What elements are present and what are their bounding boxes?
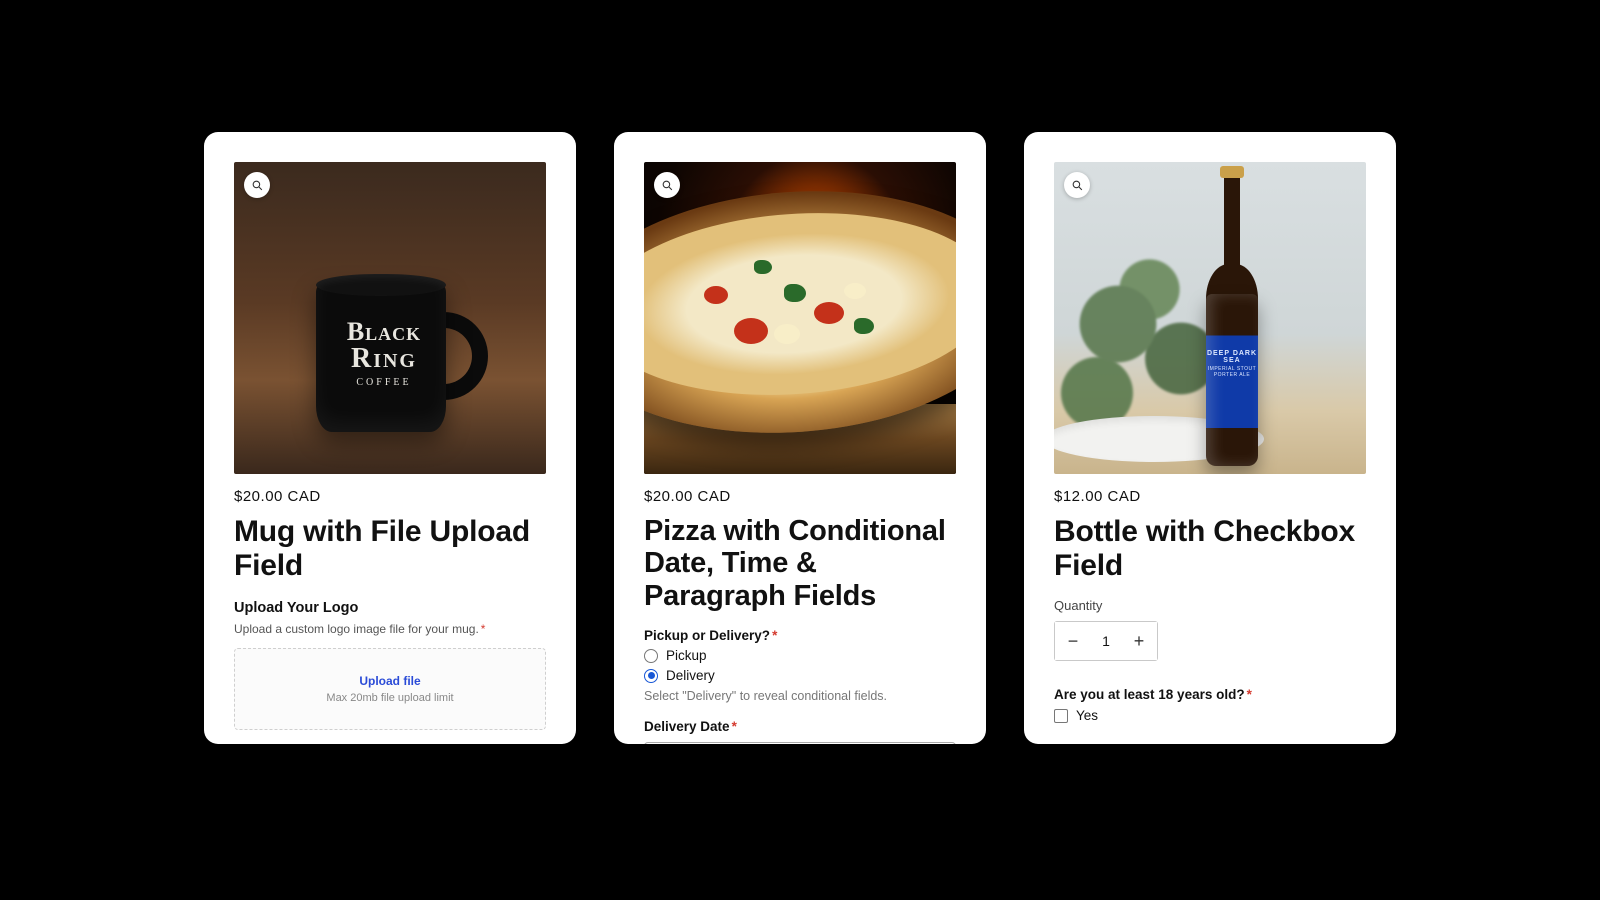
conditional-hint: Select "Delivery" to reveal conditional …: [644, 689, 956, 703]
delivery-date-input[interactable]: [644, 742, 956, 744]
zoom-icon[interactable]: [244, 172, 270, 198]
product-image-bottle: DEEP DARK SEA IMPERIAL STOUT PORTER ALE: [1054, 162, 1366, 474]
product-image-pizza: [644, 162, 956, 474]
product-title: Bottle with Checkbox Field: [1054, 515, 1366, 582]
radio-icon[interactable]: [644, 649, 658, 663]
quantity-label: Quantity: [1054, 598, 1366, 613]
product-card-bottle: DEEP DARK SEA IMPERIAL STOUT PORTER ALE …: [1024, 132, 1396, 744]
product-price: $12.00 CAD: [1054, 488, 1366, 505]
checkbox-label: Yes: [1076, 708, 1098, 723]
upload-limit-note: Max 20mb file upload limit: [326, 692, 453, 704]
product-title: Pizza with Conditional Date, Time & Para…: [644, 515, 956, 612]
mug-brand-text: Black Ring coffee: [329, 317, 439, 388]
product-price: $20.00 CAD: [644, 488, 956, 505]
product-title: Mug with File Upload Field: [234, 515, 546, 582]
delivery-date-label: Delivery Date*: [644, 719, 956, 734]
quantity-stepper: − 1 +: [1054, 621, 1158, 661]
product-image-mug: Black Ring coffee: [234, 162, 546, 474]
file-dropzone[interactable]: Upload file Max 20mb file upload limit: [234, 648, 546, 730]
radio-label: Delivery: [666, 668, 715, 683]
checkbox-icon[interactable]: [1054, 709, 1068, 723]
product-card-pizza: $20.00 CAD Pizza with Conditional Date, …: [614, 132, 986, 744]
quantity-value: 1: [1091, 633, 1121, 649]
zoom-icon[interactable]: [654, 172, 680, 198]
stage: Black Ring coffee $20.00 CAD Mug with Fi…: [0, 0, 1600, 900]
bottle-label-text: DEEP DARK SEA IMPERIAL STOUT PORTER ALE: [1206, 350, 1258, 378]
age-checkbox-row[interactable]: Yes: [1054, 708, 1366, 723]
product-price: $20.00 CAD: [234, 488, 546, 505]
quantity-decrease-button[interactable]: −: [1055, 622, 1091, 660]
radio-option-pickup[interactable]: Pickup: [644, 648, 956, 663]
upload-helper-text: Upload a custom logo image file for your…: [234, 622, 546, 636]
radio-option-delivery[interactable]: Delivery: [644, 668, 956, 683]
pickup-delivery-label: Pickup or Delivery?*: [644, 628, 956, 643]
zoom-icon[interactable]: [1064, 172, 1090, 198]
product-card-mug: Black Ring coffee $20.00 CAD Mug with Fi…: [204, 132, 576, 744]
age-check-label: Are you at least 18 years old?*: [1054, 687, 1366, 702]
radio-icon[interactable]: [644, 669, 658, 683]
quantity-increase-button[interactable]: +: [1121, 622, 1157, 660]
radio-label: Pickup: [666, 648, 707, 663]
upload-file-button[interactable]: Upload file: [359, 674, 420, 688]
upload-section-label: Upload Your Logo: [234, 600, 546, 616]
